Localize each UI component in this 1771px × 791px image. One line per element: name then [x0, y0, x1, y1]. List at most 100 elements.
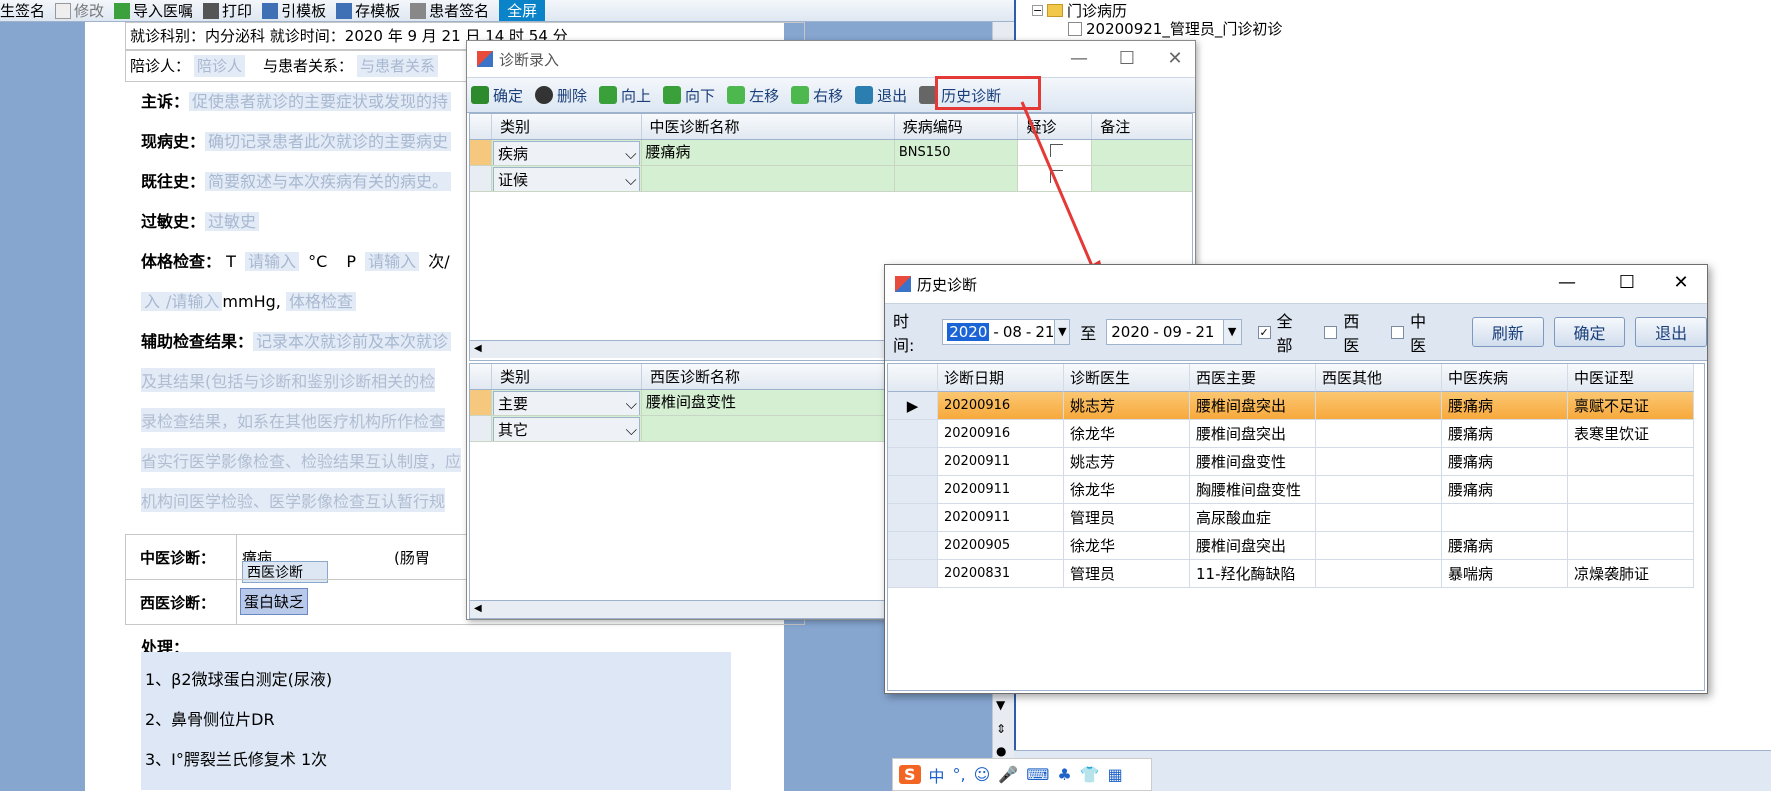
col-header[interactable]: 西医主要 [1190, 364, 1316, 392]
relation-field[interactable]: 与患者关系 [357, 55, 439, 77]
date-to-year[interactable]: 2020 [1111, 323, 1149, 341]
cell-tcm-disease[interactable]: 腰痛病 [1442, 392, 1568, 420]
move-down-button[interactable]: 向下 [663, 85, 715, 106]
skin-icon[interactable]: 👕 [1080, 765, 1100, 784]
fullscreen-button[interactable]: 全屏 [499, 0, 546, 21]
cell-wm-other[interactable] [1316, 504, 1442, 532]
scroll-circle-icon[interactable]: ● [996, 744, 1006, 758]
scroll-page-icon[interactable]: ⇕ [996, 722, 1006, 736]
type-dropdown[interactable]: 其它 ⌵ [493, 417, 640, 441]
table-row[interactable]: 20200905 徐龙华 腰椎间盘突出 腰痛病 [888, 532, 1704, 560]
col-header[interactable]: 中医证型 [1568, 364, 1694, 392]
complaint-field[interactable]: 促使患者就诊的主要症状或发现的持 [189, 92, 452, 111]
cell-tcm-syndrome[interactable]: 凉燥袭肺证 [1568, 560, 1694, 588]
type-dropdown[interactable]: 主要 ⌵ [493, 391, 640, 415]
cell-tcm-syndrome[interactable]: 禀赋不足证 [1568, 392, 1694, 420]
companion-field[interactable]: 陪诊人 [194, 55, 246, 77]
col-header[interactable]: 中医疾病 [1442, 364, 1568, 392]
aux-exam-line[interactable]: 录检查结果，如系在其他医疗机构所作检查 [141, 408, 446, 432]
all-checkbox[interactable]: ✓ [1257, 325, 1271, 339]
date-from-picker[interactable]: 2020 -08 -21 ▼ [942, 319, 1071, 345]
type-cell[interactable]: 其它 ⌵ [492, 416, 642, 442]
sogou-logo-icon[interactable]: S [899, 765, 921, 784]
cell-wm-main[interactable]: 11-羟化酶缺陷 [1190, 560, 1316, 588]
save-template-button[interactable]: 存模板 [336, 0, 400, 21]
table-row[interactable]: 20200831 管理员 11-羟化酶缺陷 暴喘病 凉燥袭肺证 [888, 560, 1704, 588]
cell-wm-main[interactable]: 腰椎间盘突出 [1190, 392, 1316, 420]
cell-tcm-syndrome[interactable] [1568, 448, 1694, 476]
col-header[interactable]: 西医诊断名称 [642, 364, 896, 389]
cell-wm-main[interactable]: 腰椎间盘突出 [1190, 532, 1316, 560]
aux-exam-field[interactable]: 记录本次就诊前及本次就诊 [253, 332, 452, 351]
cell-tcm-disease[interactable]: 暴喘病 [1442, 560, 1568, 588]
microphone-icon[interactable]: 🎤 [998, 765, 1018, 784]
move-up-button[interactable]: 向上 [599, 85, 651, 106]
date-from-month[interactable]: 08 [1003, 323, 1022, 341]
bp-field-b[interactable]: /请输入 [163, 292, 223, 311]
doctor-sign-button[interactable]: 生签名 [0, 0, 45, 21]
confirm-button[interactable]: 确定 [1553, 317, 1626, 347]
cell-tcm-syndrome[interactable] [1568, 532, 1694, 560]
treatment-item[interactable]: 1、β2微球蛋白测定(尿液) [145, 666, 332, 690]
cell-tcm-disease[interactable]: 腰痛病 [1442, 448, 1568, 476]
aux-exam-line[interactable]: 机构间医学检验、医学影像检查互认暂行规 [141, 488, 446, 512]
name-cell[interactable] [642, 416, 896, 442]
col-header[interactable]: 中医诊断名称 [642, 114, 895, 139]
cell-tcm-disease[interactable] [1442, 504, 1568, 532]
cell-tcm-disease[interactable]: 腰痛病 [1442, 532, 1568, 560]
treatment-item[interactable]: 3、Ⅰ°腭裂兰氏修复术 1次 [145, 746, 327, 770]
emoji-icon[interactable]: ☺ [974, 765, 991, 784]
table-row[interactable]: 20200911 徐龙华 胸腰椎间盘变性 腰痛病 [888, 476, 1704, 504]
date-to-month[interactable]: 09 [1163, 323, 1182, 341]
date-from-day[interactable]: 21 [1035, 323, 1054, 341]
cell-date[interactable]: 20200905 [938, 532, 1064, 560]
physical-exam-field[interactable]: 体格检查 [285, 292, 356, 311]
punctuation-icon[interactable]: °, [953, 765, 966, 784]
cell-date[interactable]: 20200916 [938, 392, 1064, 420]
cell-doctor[interactable]: 徐龙华 [1064, 476, 1190, 504]
date-to-day[interactable]: 21 [1195, 323, 1214, 341]
grid-icon[interactable]: ▦ [1108, 765, 1123, 784]
type-cell[interactable]: 主要 ⌵ [492, 390, 642, 416]
date-to-picker[interactable]: 2020 -09 -21 ▼ [1106, 319, 1242, 345]
print-button[interactable]: 打印 [203, 0, 252, 21]
cell-wm-main[interactable]: 高尿酸血症 [1190, 504, 1316, 532]
patient-sign-button[interactable]: 患者签名 [410, 0, 489, 21]
minimize-icon[interactable]: — [1059, 47, 1099, 71]
bp-field-a[interactable]: 入 [141, 292, 164, 311]
cell-wm-other[interactable] [1316, 560, 1442, 588]
wm-diagnosis-value[interactable]: 蛋白缺乏 [240, 588, 309, 615]
tools-icon[interactable]: ♣ [1057, 765, 1071, 784]
cell-tcm-syndrome[interactable] [1568, 476, 1694, 504]
exit-button[interactable]: 退出 [1635, 317, 1707, 347]
cell-doctor[interactable]: 管理员 [1064, 504, 1190, 532]
col-header[interactable]: 疾病编码 [895, 114, 1019, 139]
calendar-dropdown-icon[interactable]: ▼ [1054, 320, 1070, 344]
edit-button[interactable]: 修改 [55, 0, 104, 21]
scroll-down-icon[interactable]: ▼ [996, 698, 1005, 712]
cell-tcm-syndrome[interactable]: 表寒里饮证 [1568, 420, 1694, 448]
cell-wm-other[interactable] [1316, 476, 1442, 504]
scroll-left-icon[interactable]: ◀ [474, 603, 482, 614]
cell-wm-main[interactable]: 胸腰椎间盘变性 [1190, 476, 1316, 504]
code-cell[interactable] [894, 166, 1019, 192]
temp-field[interactable]: 请输入 [244, 252, 299, 271]
table-row[interactable]: 20200911 管理员 高尿酸血症 [888, 504, 1704, 532]
delete-button[interactable]: 删除 [535, 85, 587, 106]
present-history-field[interactable]: 确切记录患者此次就诊的主要病史 [205, 132, 452, 151]
cell-date[interactable]: 20200831 [938, 560, 1064, 588]
tree-node-record[interactable]: 20200921_管理员_门诊初诊 [1068, 18, 1282, 39]
cell-tcm-disease[interactable]: 腰痛病 [1442, 420, 1568, 448]
name-cell[interactable]: 腰痛病 [641, 140, 895, 166]
move-right-button[interactable]: 右移 [791, 85, 843, 106]
code-cell[interactable]: BNS150 [894, 140, 1019, 166]
cell-doctor[interactable]: 姚志芳 [1064, 392, 1190, 420]
allergy-field[interactable]: 过敏史 [205, 212, 260, 231]
cell-date[interactable]: 20200911 [938, 504, 1064, 532]
date-from-year[interactable]: 2020 [947, 323, 990, 341]
use-template-button[interactable]: 引模板 [262, 0, 326, 21]
cell-wm-other[interactable] [1316, 532, 1442, 560]
minimize-icon[interactable]: — [1547, 271, 1587, 295]
table-row[interactable]: ▶ 20200916 姚志芳 腰椎间盘突出 腰痛病 禀赋不足证 [888, 392, 1704, 420]
cell-tcm-syndrome[interactable] [1568, 504, 1694, 532]
